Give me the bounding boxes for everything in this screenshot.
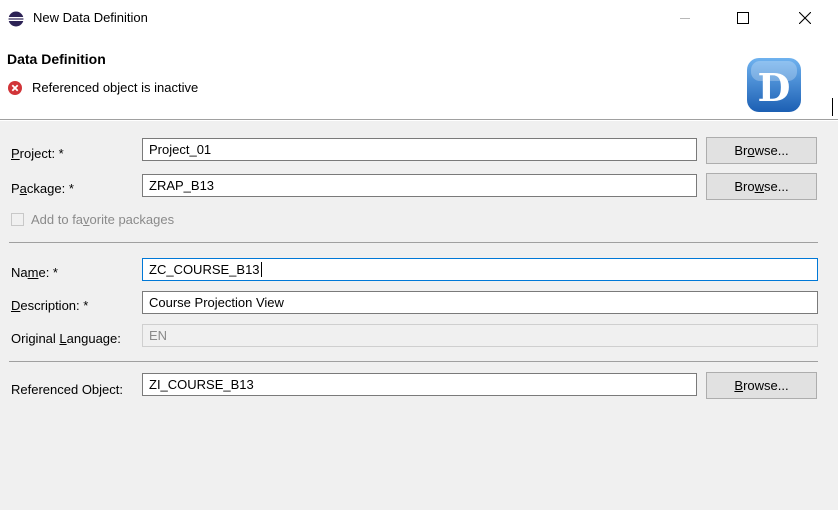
close-button[interactable] bbox=[782, 0, 828, 36]
error-message: Referenced object is inactive bbox=[32, 80, 199, 95]
separator-1 bbox=[9, 242, 818, 243]
referenced-object-value: ZI_COURSE_B13 bbox=[149, 377, 254, 392]
page-title: Data Definition bbox=[7, 51, 106, 67]
name-field[interactable]: ZC_COURSE_B13 bbox=[142, 258, 818, 281]
window-title: New Data Definition bbox=[33, 10, 148, 25]
package-value: ZRAP_B13 bbox=[149, 178, 215, 193]
referenced-object-label: Referenced Object: bbox=[11, 382, 124, 397]
description-field[interactable]: Course Projection View bbox=[142, 291, 818, 314]
description-value: Course Projection View bbox=[149, 295, 284, 310]
project-field[interactable]: Project_01 bbox=[142, 138, 697, 161]
language-value: EN bbox=[149, 328, 168, 343]
language-label: Original Language: bbox=[11, 331, 121, 346]
description-label: Description: * bbox=[11, 298, 89, 313]
wizard-header: Data Definition Referenced object is ina… bbox=[0, 38, 838, 120]
header-separator bbox=[0, 119, 838, 120]
language-field: EN bbox=[142, 324, 818, 347]
project-browse-button[interactable]: Br o wse... bbox=[706, 137, 817, 164]
close-icon bbox=[799, 12, 811, 24]
error-icon bbox=[8, 81, 22, 95]
referenced-object-browse-button[interactable]: Browse... bbox=[706, 372, 817, 399]
favorite-checkbox[interactable] bbox=[11, 213, 24, 226]
minimize-icon bbox=[680, 18, 690, 19]
package-field[interactable]: ZRAP_B13 bbox=[142, 174, 697, 197]
text-caret bbox=[260, 262, 262, 277]
package-browse-button[interactable]: Bro w se... bbox=[706, 173, 817, 200]
package-label: Package: * bbox=[11, 181, 74, 196]
name-value: ZC_COURSE_B13 bbox=[149, 262, 260, 277]
edge-artifact bbox=[832, 98, 833, 116]
referenced-object-field[interactable]: ZI_COURSE_B13 bbox=[142, 373, 697, 396]
minimize-button[interactable] bbox=[662, 0, 708, 36]
project-label: Project: * bbox=[11, 146, 64, 161]
name-label: Name: * bbox=[11, 265, 58, 280]
separator-2 bbox=[9, 361, 818, 362]
eclipse-app-icon bbox=[8, 11, 24, 27]
project-value: Project_01 bbox=[149, 142, 212, 157]
favorite-label: Add to favorite packages bbox=[31, 212, 175, 227]
maximize-button[interactable] bbox=[720, 0, 766, 36]
banner-letter: D bbox=[758, 65, 791, 110]
title-bar: New Data Definition bbox=[0, 0, 838, 38]
data-definition-banner-icon: D bbox=[747, 58, 801, 112]
maximize-icon bbox=[737, 12, 749, 24]
